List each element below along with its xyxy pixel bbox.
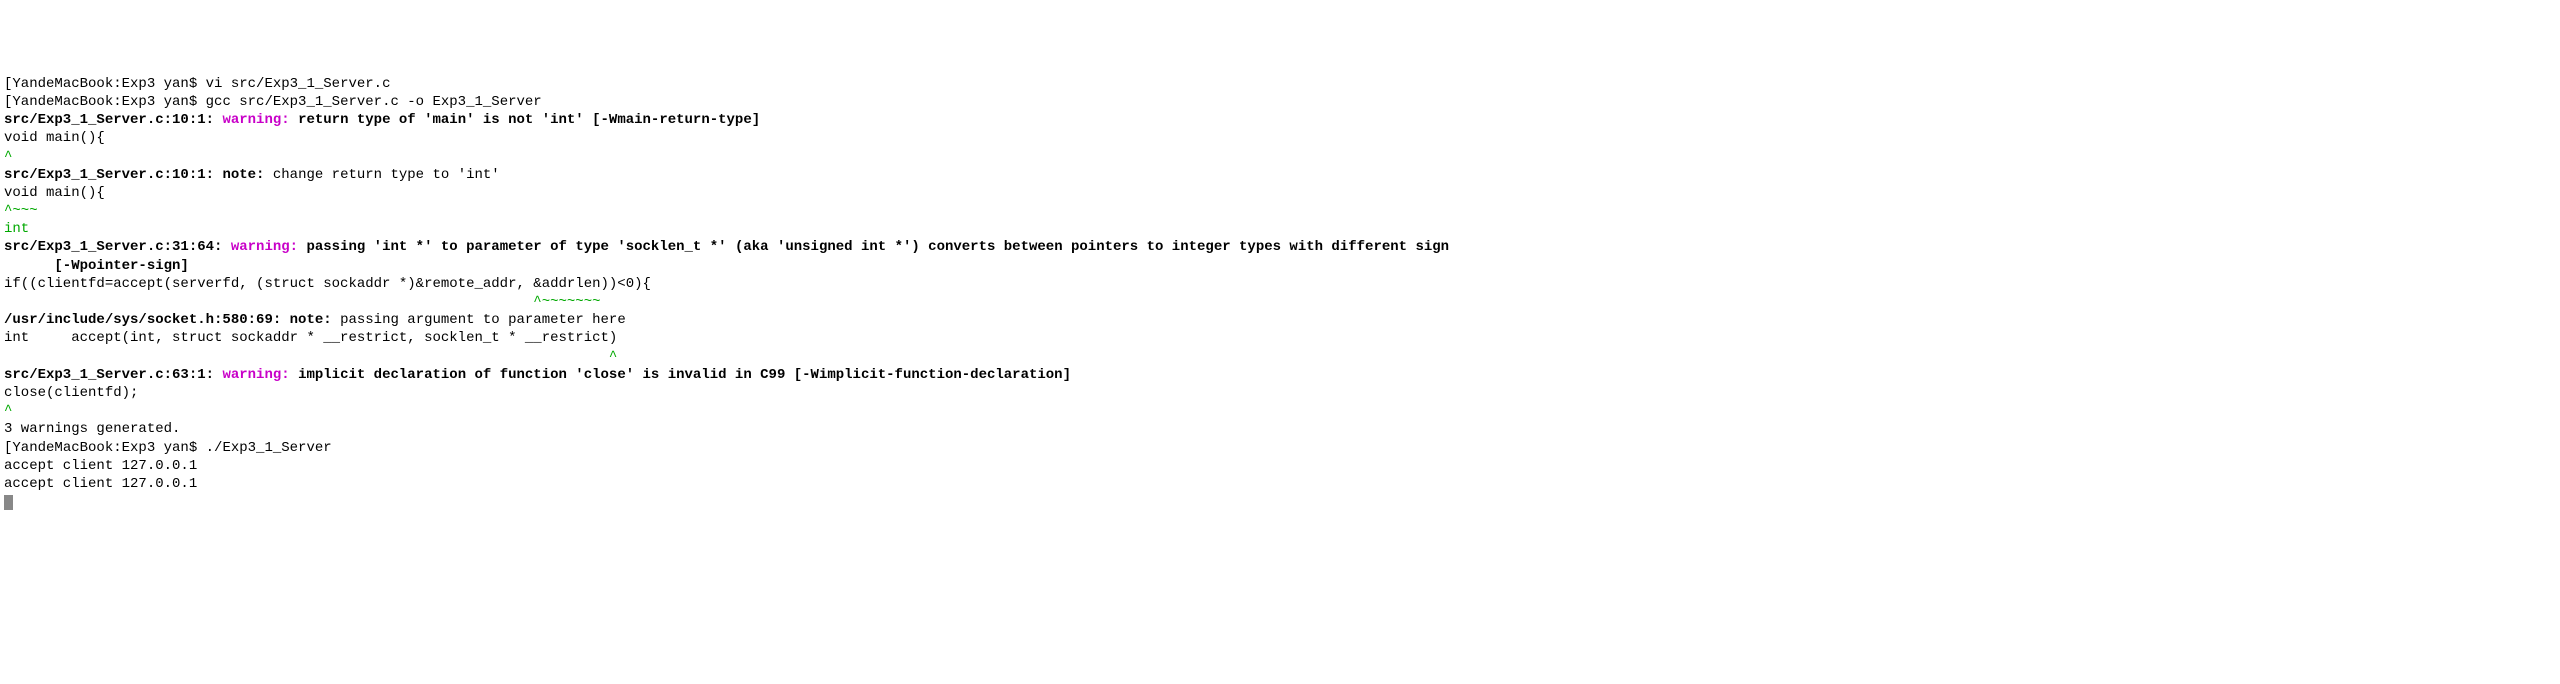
source-location: /usr/include/sys/socket.h:580:69: — [4, 312, 290, 328]
note-message: passing argument to parameter here — [340, 312, 626, 328]
cursor-icon — [4, 495, 13, 510]
code-context: int accept(int, struct sockaddr * __rest… — [4, 329, 2556, 347]
cursor-line — [4, 493, 2556, 511]
code-context: void main(){ — [4, 129, 2556, 147]
code-context: void main(){ — [4, 184, 2556, 202]
source-location: src/Exp3_1_Server.c:10:1: — [4, 167, 222, 183]
source-location: src/Exp3_1_Server.c:63:1: — [4, 367, 222, 383]
compiler-warning-line: src/Exp3_1_Server.c:10:1: warning: retur… — [4, 111, 2556, 129]
note-label: note: — [222, 167, 272, 183]
fixit-suggestion: int — [4, 220, 2556, 238]
warning-message: return type of 'main' is not 'int' [-Wma… — [298, 112, 760, 128]
compiler-note-line: src/Exp3_1_Server.c:10:1: note: change r… — [4, 166, 2556, 184]
program-output: accept client 127.0.0.1 — [4, 475, 2556, 493]
compiler-note-line: /usr/include/sys/socket.h:580:69: note: … — [4, 311, 2556, 329]
caret-indicator: ^ — [4, 348, 2556, 366]
caret-indicator: ^~~~~~~~ — [4, 293, 2556, 311]
warning-message: implicit declaration of function 'close'… — [298, 367, 1071, 383]
caret-indicator: ^ — [4, 402, 2556, 420]
terminal-line: [YandeMacBook:Exp3 yan$ vi src/Exp3_1_Se… — [4, 75, 2556, 93]
code-context: close(clientfd); — [4, 384, 2556, 402]
compiler-warning-line: src/Exp3_1_Server.c:31:64: warning: pass… — [4, 238, 2556, 256]
terminal-line: [YandeMacBook:Exp3 yan$ gcc src/Exp3_1_S… — [4, 93, 2556, 111]
warning-label: warning: — [231, 239, 307, 255]
warning-label: warning: — [222, 112, 298, 128]
shell-prompt: YandeMacBook:Exp3 yan$ — [12, 440, 205, 456]
code-context: if((clientfd=accept(serverfd, (struct so… — [4, 275, 2556, 293]
terminal-line: [YandeMacBook:Exp3 yan$ ./Exp3_1_Server — [4, 439, 2556, 457]
note-label: note: — [290, 312, 340, 328]
shell-prompt: YandeMacBook:Exp3 yan$ — [12, 76, 205, 92]
summary-line: 3 warnings generated. — [4, 420, 2556, 438]
warning-message: passing 'int *' to parameter of type 'so… — [306, 239, 1449, 255]
caret-indicator: ^ — [4, 148, 2556, 166]
caret-indicator: ^~~~ — [4, 202, 2556, 220]
source-location: src/Exp3_1_Server.c:10:1: — [4, 112, 222, 128]
shell-prompt: YandeMacBook:Exp3 yan$ — [12, 94, 205, 110]
source-location: src/Exp3_1_Server.c:31:64: — [4, 239, 231, 255]
warning-flag: [-Wpointer-sign] — [4, 257, 2556, 275]
program-output: accept client 127.0.0.1 — [4, 457, 2556, 475]
compiler-warning-line: src/Exp3_1_Server.c:63:1: warning: impli… — [4, 366, 2556, 384]
terminal-output[interactable]: [YandeMacBook:Exp3 yan$ vi src/Exp3_1_Se… — [4, 75, 2556, 512]
command-text: gcc src/Exp3_1_Server.c -o Exp3_1_Server — [206, 94, 542, 110]
warning-label: warning: — [222, 367, 298, 383]
command-text: ./Exp3_1_Server — [206, 440, 332, 456]
command-text: vi src/Exp3_1_Server.c — [206, 76, 391, 92]
note-message: change return type to 'int' — [273, 167, 500, 183]
